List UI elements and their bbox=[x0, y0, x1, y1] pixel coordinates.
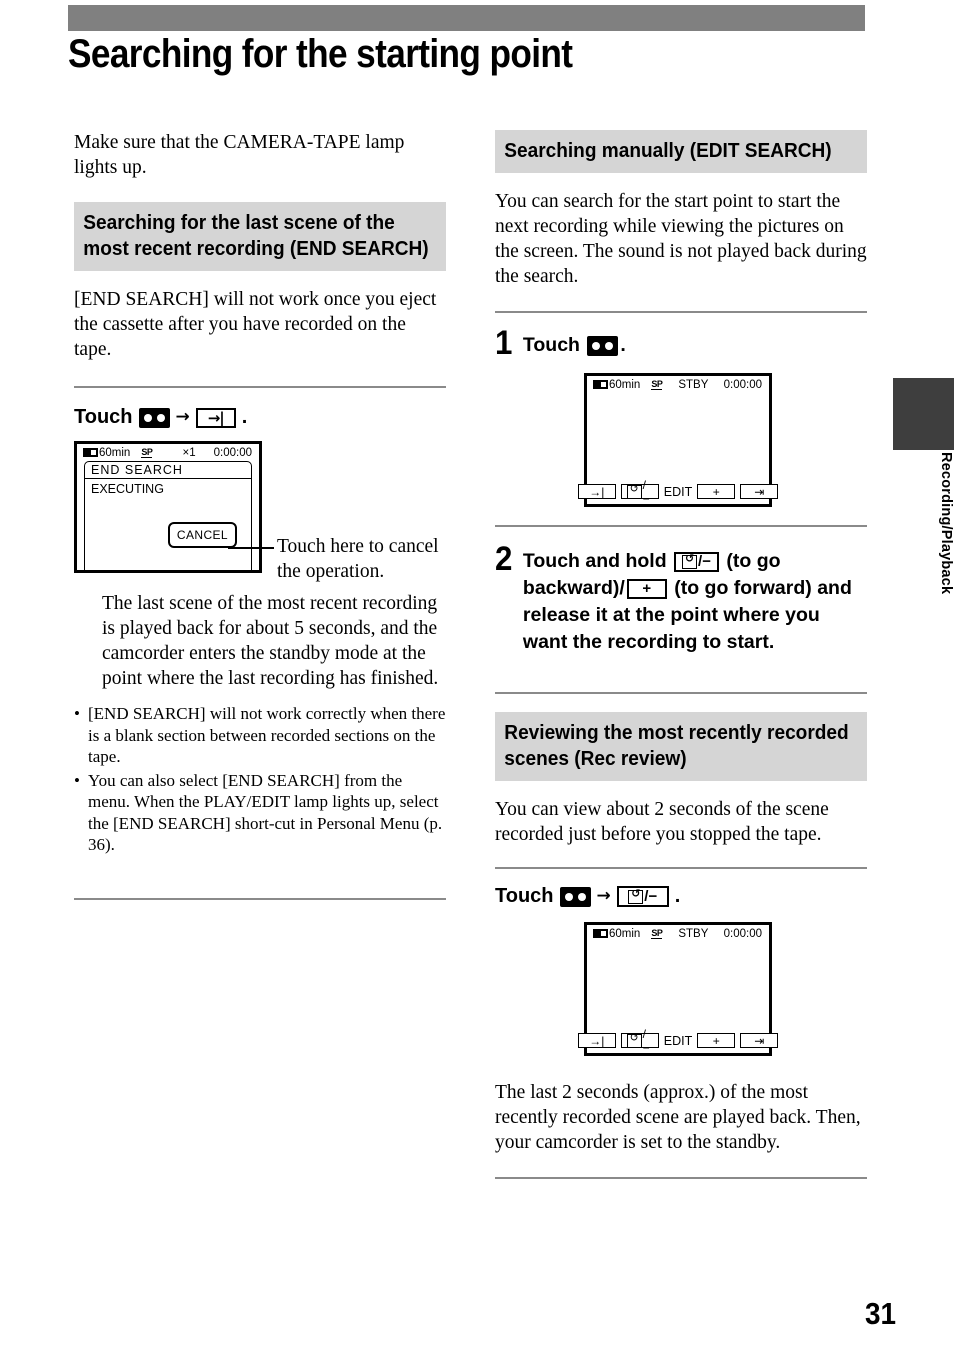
rec-review-body: You can view about 2 seconds of the scen… bbox=[495, 799, 829, 845]
step-1-period: . bbox=[620, 334, 626, 356]
header-bar bbox=[68, 5, 865, 31]
edit-search-body: You can search for the start point to st… bbox=[495, 191, 867, 287]
step2-line2a: backward)/ bbox=[522, 577, 625, 599]
plus-icon[interactable]: + bbox=[697, 1033, 736, 1048]
step-2-text: Touch and hold /− (to go backward)/+ (to… bbox=[523, 543, 853, 656]
lcd-menu-status: EXECUTING bbox=[91, 482, 164, 496]
left-column: Make sure that the CAMERA-TAPE lamp ligh… bbox=[74, 130, 446, 900]
lcd-button-bar: →| /− EDIT + ⇥ bbox=[577, 1027, 779, 1055]
tape-icon[interactable] bbox=[138, 407, 170, 428]
return-icon[interactable]: ⇥ bbox=[740, 484, 779, 499]
intro-paragraph: Make sure that the CAMERA-TAPE lamp ligh… bbox=[74, 132, 405, 178]
step-1: 1 Touch . bbox=[495, 324, 867, 362]
tape-speed-icon: SP bbox=[651, 378, 663, 390]
divider bbox=[495, 1177, 867, 1179]
battery-time: 60min bbox=[609, 378, 641, 391]
callout-cancel-text: Touch here to cancel the operation. bbox=[277, 536, 439, 582]
battery-icon bbox=[593, 929, 608, 938]
step-1-number: 1 bbox=[495, 324, 513, 362]
arrow-right-icon: → bbox=[175, 407, 190, 427]
list-item: [END SEARCH] will not work correctly whe… bbox=[74, 703, 446, 768]
lcd-screen-stby-1: 60min SP STBY 0:00:00 →| /− EDIT + ⇥ bbox=[577, 373, 779, 507]
step-2: 2 Touch and hold /− (to go backward)/+ (… bbox=[495, 540, 867, 656]
rec-review-icon[interactable]: /− bbox=[674, 551, 719, 572]
record-mode: STBY bbox=[678, 927, 709, 940]
section-heading-edit-search: Searching manually (EDIT SEARCH) bbox=[495, 130, 867, 173]
touch-period: . bbox=[241, 406, 248, 428]
battery-time: 60min bbox=[609, 927, 641, 940]
tape-speed-icon: SP bbox=[651, 927, 663, 939]
record-mode: STBY bbox=[678, 378, 709, 391]
step2-line1b: (to go bbox=[726, 550, 781, 572]
touch-label: Touch bbox=[74, 406, 133, 428]
battery-icon bbox=[83, 448, 98, 457]
end-search-result: The last scene of the most recent record… bbox=[102, 593, 439, 689]
return-icon[interactable]: ⇥ bbox=[740, 1033, 779, 1048]
lcd-screen-end-search: 60min SP ×1 0:00:00 END SEARCH EXECUTING… bbox=[74, 441, 262, 573]
step-1-text: Touch . bbox=[523, 327, 626, 359]
section-heading-end-search: Searching for the last scene of the most… bbox=[74, 202, 446, 271]
end-search-notes: [END SEARCH] will not work correctly whe… bbox=[74, 703, 446, 856]
chapter-tab-block bbox=[893, 378, 954, 450]
page-number: 31 bbox=[865, 1296, 897, 1331]
rec-review-icon[interactable]: /− bbox=[616, 886, 669, 907]
divider bbox=[74, 897, 446, 900]
edit-label: EDIT bbox=[663, 484, 693, 499]
touch-label: Touch bbox=[495, 885, 554, 907]
edit-label: EDIT bbox=[663, 1033, 693, 1048]
tape-counter: 0:00:00 bbox=[723, 378, 762, 391]
step2-line1a: Touch and hold bbox=[522, 550, 667, 572]
rec-review-icon[interactable]: /− bbox=[620, 478, 659, 506]
touch-instruction-end-search: Touch → →| . bbox=[74, 406, 446, 429]
tape-counter: 0:00:00 bbox=[213, 446, 252, 459]
lcd-screen-stby-2: 60min SP STBY 0:00:00 →| /− EDIT + ⇥ bbox=[577, 922, 779, 1056]
lcd-menu-body: EXECUTING CANCEL bbox=[84, 479, 252, 573]
section-heading-rec-review: Reviewing the most recently recorded sce… bbox=[495, 712, 867, 781]
step2-line2b: (to go forward) bbox=[674, 577, 812, 599]
touch-label: Touch bbox=[522, 334, 580, 356]
page-title: Searching for the starting point bbox=[68, 32, 573, 76]
battery-icon bbox=[593, 380, 608, 389]
tape-counter: 0:00:00 bbox=[723, 927, 762, 940]
rec-review-closing: The last 2 seconds (approx.) of the most… bbox=[495, 1082, 861, 1153]
zoom-level: ×1 bbox=[182, 446, 196, 459]
tape-icon[interactable] bbox=[559, 886, 591, 907]
manual-page: Searching for the starting point Make su… bbox=[0, 0, 954, 1357]
step-2-number: 2 bbox=[495, 540, 513, 578]
plus-icon[interactable]: + bbox=[697, 484, 736, 499]
chapter-tab-label: Recording/Playback bbox=[938, 452, 954, 595]
lcd-button-bar: →| /− EDIT + ⇥ bbox=[577, 478, 779, 506]
touch-period: . bbox=[674, 885, 681, 907]
lcd-status-bar: 60min SP STBY 0:00:00 bbox=[587, 376, 769, 392]
lcd-status-bar: 60min SP STBY 0:00:00 bbox=[587, 925, 769, 941]
tape-speed-icon: SP bbox=[141, 446, 153, 458]
right-column: Searching manually (EDIT SEARCH) You can… bbox=[495, 130, 867, 1179]
end-search-icon[interactable]: →| bbox=[577, 484, 616, 499]
list-item: You can also select [END SEARCH] from th… bbox=[74, 770, 446, 856]
lcd-status-bar: 60min SP ×1 0:00:00 bbox=[77, 444, 259, 460]
lcd-menu-title: END SEARCH bbox=[84, 461, 252, 479]
battery-time: 60min bbox=[99, 446, 131, 459]
end-search-icon[interactable]: →| bbox=[195, 407, 236, 428]
plus-icon[interactable]: + bbox=[626, 578, 667, 599]
cancel-button[interactable]: CANCEL bbox=[167, 522, 237, 548]
end-search-icon[interactable]: →| bbox=[577, 1033, 616, 1048]
arrow-right-icon: → bbox=[596, 886, 611, 906]
end-search-body: [END SEARCH] will not work once you ejec… bbox=[74, 289, 437, 360]
callout-leader-line bbox=[228, 547, 274, 549]
touch-instruction-rec-review: Touch → /− . bbox=[495, 885, 867, 908]
tape-icon[interactable] bbox=[587, 335, 619, 356]
rec-review-icon[interactable]: /− bbox=[620, 1027, 659, 1055]
